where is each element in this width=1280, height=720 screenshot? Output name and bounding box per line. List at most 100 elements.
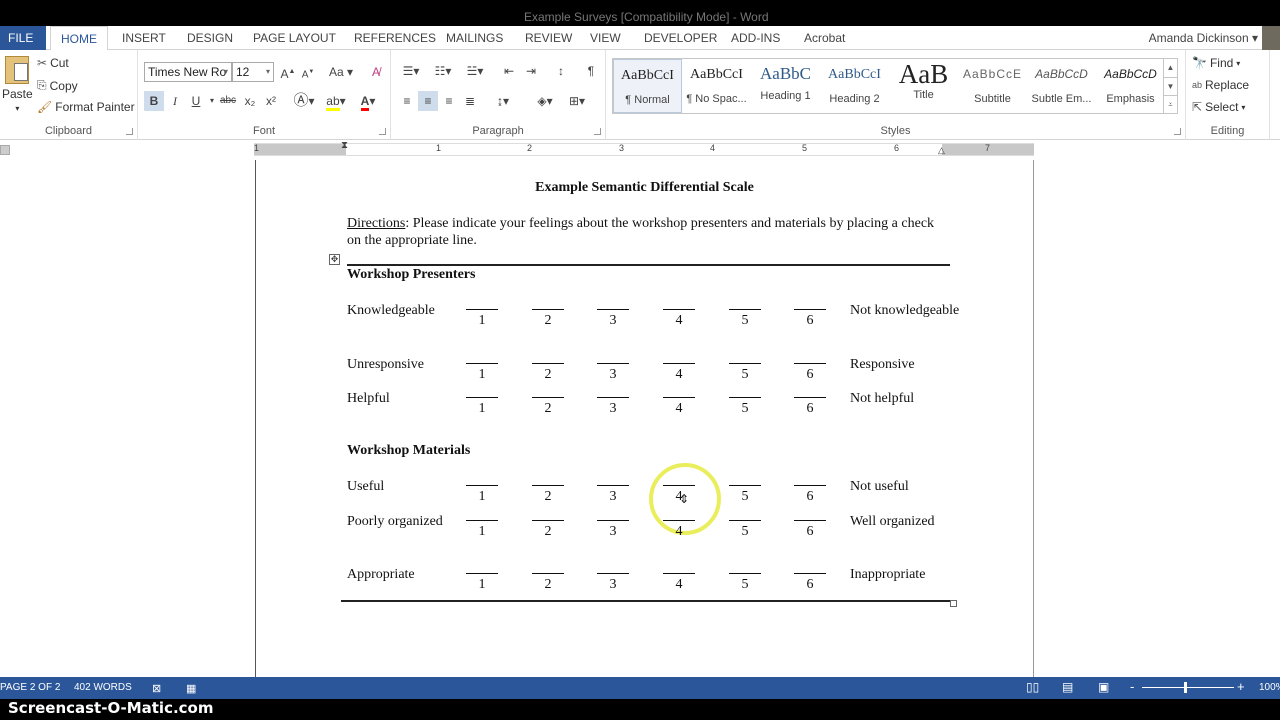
tab-mailings[interactable]: MAILINGS (436, 26, 513, 50)
left-indent-marker[interactable]: ⧗ (341, 140, 348, 151)
scale-slot[interactable]: 2 (532, 573, 564, 593)
style-subtle-emphasis[interactable]: AaBbCcD Subtle Em... (1027, 59, 1096, 113)
zoom-slider[interactable] (1142, 687, 1234, 688)
style-no-spacing[interactable]: AaBbCcI ¶ No Spac... (682, 59, 751, 113)
grow-font-icon[interactable]: A▲ (278, 62, 298, 82)
answer-line[interactable] (729, 485, 761, 486)
answer-line[interactable] (663, 573, 695, 574)
scale-slot[interactable]: 5 (729, 520, 761, 540)
answer-line[interactable] (597, 363, 629, 364)
table-move-handle-icon[interactable]: ✥ (329, 254, 340, 265)
document-page[interactable]: Example Semantic Differential Scale Dire… (255, 160, 1034, 677)
scale-slot[interactable]: 6 (794, 309, 826, 329)
proofing-icon[interactable]: ⊠ (152, 682, 161, 695)
scale-slot[interactable]: 3 (597, 485, 629, 505)
read-mode-icon[interactable]: ▯▯ (1026, 680, 1039, 694)
zoom-level[interactable]: 100% (1259, 682, 1280, 693)
format-painter-button[interactable]: 🖌 Format Painter (37, 100, 135, 114)
zoom-out-button[interactable]: - (1130, 679, 1134, 694)
tab-design[interactable]: DESIGN (177, 26, 243, 50)
answer-line[interactable] (794, 397, 826, 398)
tab-view[interactable]: VIEW (580, 26, 631, 50)
scale-slot[interactable]: 3 (597, 520, 629, 540)
answer-line[interactable] (729, 309, 761, 310)
answer-line[interactable] (466, 309, 498, 310)
scale-slot[interactable]: 2 (532, 363, 564, 383)
style-heading-1[interactable]: AaBbC Heading 1 (751, 59, 820, 113)
answer-line[interactable] (663, 397, 695, 398)
answer-line[interactable] (597, 485, 629, 486)
bold-button[interactable]: B (144, 91, 164, 111)
scale-slot[interactable]: 4 (663, 363, 695, 383)
tab-page-layout[interactable]: PAGE LAYOUT (243, 26, 346, 50)
styles-more-icon[interactable]: ⩡ (1163, 95, 1177, 113)
answer-line[interactable] (729, 397, 761, 398)
answer-line[interactable] (466, 397, 498, 398)
style-title[interactable]: AaB Title (889, 59, 958, 113)
answer-line[interactable] (532, 520, 564, 521)
highlight-button[interactable]: ab▾ (322, 91, 350, 111)
answer-line[interactable] (794, 573, 826, 574)
scale-slot[interactable]: 1 (466, 397, 498, 417)
answer-line[interactable] (532, 573, 564, 574)
scale-slot[interactable]: 3 (597, 309, 629, 329)
tab-insert[interactable]: INSERT (112, 26, 176, 50)
scale-slot[interactable]: 6 (794, 520, 826, 540)
answer-line[interactable] (466, 520, 498, 521)
scale-slot[interactable]: 6 (794, 363, 826, 383)
web-layout-icon[interactable]: ▣ (1098, 680, 1109, 694)
scale-slot[interactable]: 3 (597, 573, 629, 593)
answer-line[interactable] (466, 573, 498, 574)
answer-line[interactable] (663, 309, 695, 310)
ruler-tab-selector[interactable] (0, 145, 10, 155)
align-right-icon[interactable]: ≡ (439, 91, 459, 111)
answer-line[interactable] (532, 309, 564, 310)
scale-slot[interactable]: 2 (532, 309, 564, 329)
change-case-button[interactable]: Aa ▾ (326, 62, 356, 82)
zoom-in-button[interactable]: + (1237, 679, 1245, 694)
paragraph-launcher-icon[interactable] (594, 128, 601, 135)
style-heading-2[interactable]: AaBbCcI Heading 2 (820, 59, 889, 113)
increase-indent-icon[interactable]: ⇥ (521, 61, 541, 81)
scale-slot[interactable]: 1 (466, 363, 498, 383)
line-spacing-button[interactable]: ↨▾ (489, 91, 517, 111)
scale-slot[interactable]: 1 (466, 309, 498, 329)
scale-slot[interactable]: 4 (663, 485, 695, 505)
zoom-slider-thumb[interactable] (1184, 682, 1187, 693)
align-left-icon[interactable]: ≡ (397, 91, 417, 111)
font-size-select[interactable]: 12 ▾ (232, 62, 274, 82)
tab-review[interactable]: REVIEW (515, 26, 582, 50)
answer-line[interactable] (597, 573, 629, 574)
scale-slot[interactable]: 5 (729, 573, 761, 593)
shrink-font-icon[interactable]: A▼ (298, 62, 318, 82)
align-center-icon[interactable]: ≡ (418, 91, 438, 111)
tab-developer[interactable]: DEVELOPER (634, 26, 727, 50)
scale-slot[interactable]: 4 (663, 309, 695, 329)
macro-record-icon[interactable]: ▦ (186, 682, 196, 695)
answer-line[interactable] (597, 309, 629, 310)
answer-line[interactable] (466, 485, 498, 486)
scale-slot[interactable]: 5 (729, 485, 761, 505)
user-name[interactable]: Amanda Dickinson ▾ (1149, 26, 1258, 50)
paste-button[interactable]: Paste ▾ (2, 56, 33, 113)
subscript-button[interactable]: x₂ (240, 91, 260, 111)
scale-slot[interactable]: 2 (532, 397, 564, 417)
clear-formatting-icon[interactable]: A̸ (366, 62, 386, 82)
answer-line[interactable] (663, 520, 695, 521)
sort-icon[interactable]: ↕ (551, 61, 571, 81)
font-launcher-icon[interactable] (379, 128, 386, 135)
multilevel-list-button[interactable]: ☱▾ (461, 61, 489, 81)
scale-slot[interactable]: 4 (663, 520, 695, 540)
strikethrough-button[interactable]: abc (218, 91, 238, 111)
answer-line[interactable] (663, 363, 695, 364)
scale-slot[interactable]: 4 (663, 573, 695, 593)
answer-line[interactable] (466, 363, 498, 364)
justify-icon[interactable]: ≣ (460, 91, 480, 111)
bullets-button[interactable]: ☰▾ (397, 61, 425, 81)
scale-slot[interactable]: 3 (597, 397, 629, 417)
tab-home[interactable]: HOME (50, 26, 108, 51)
replace-button[interactable]: ab Replace (1192, 78, 1249, 92)
text-effects-button[interactable]: Ⓐ▾ (290, 91, 318, 111)
tab-references[interactable]: REFERENCES (344, 26, 446, 50)
italic-button[interactable]: I (165, 91, 185, 111)
